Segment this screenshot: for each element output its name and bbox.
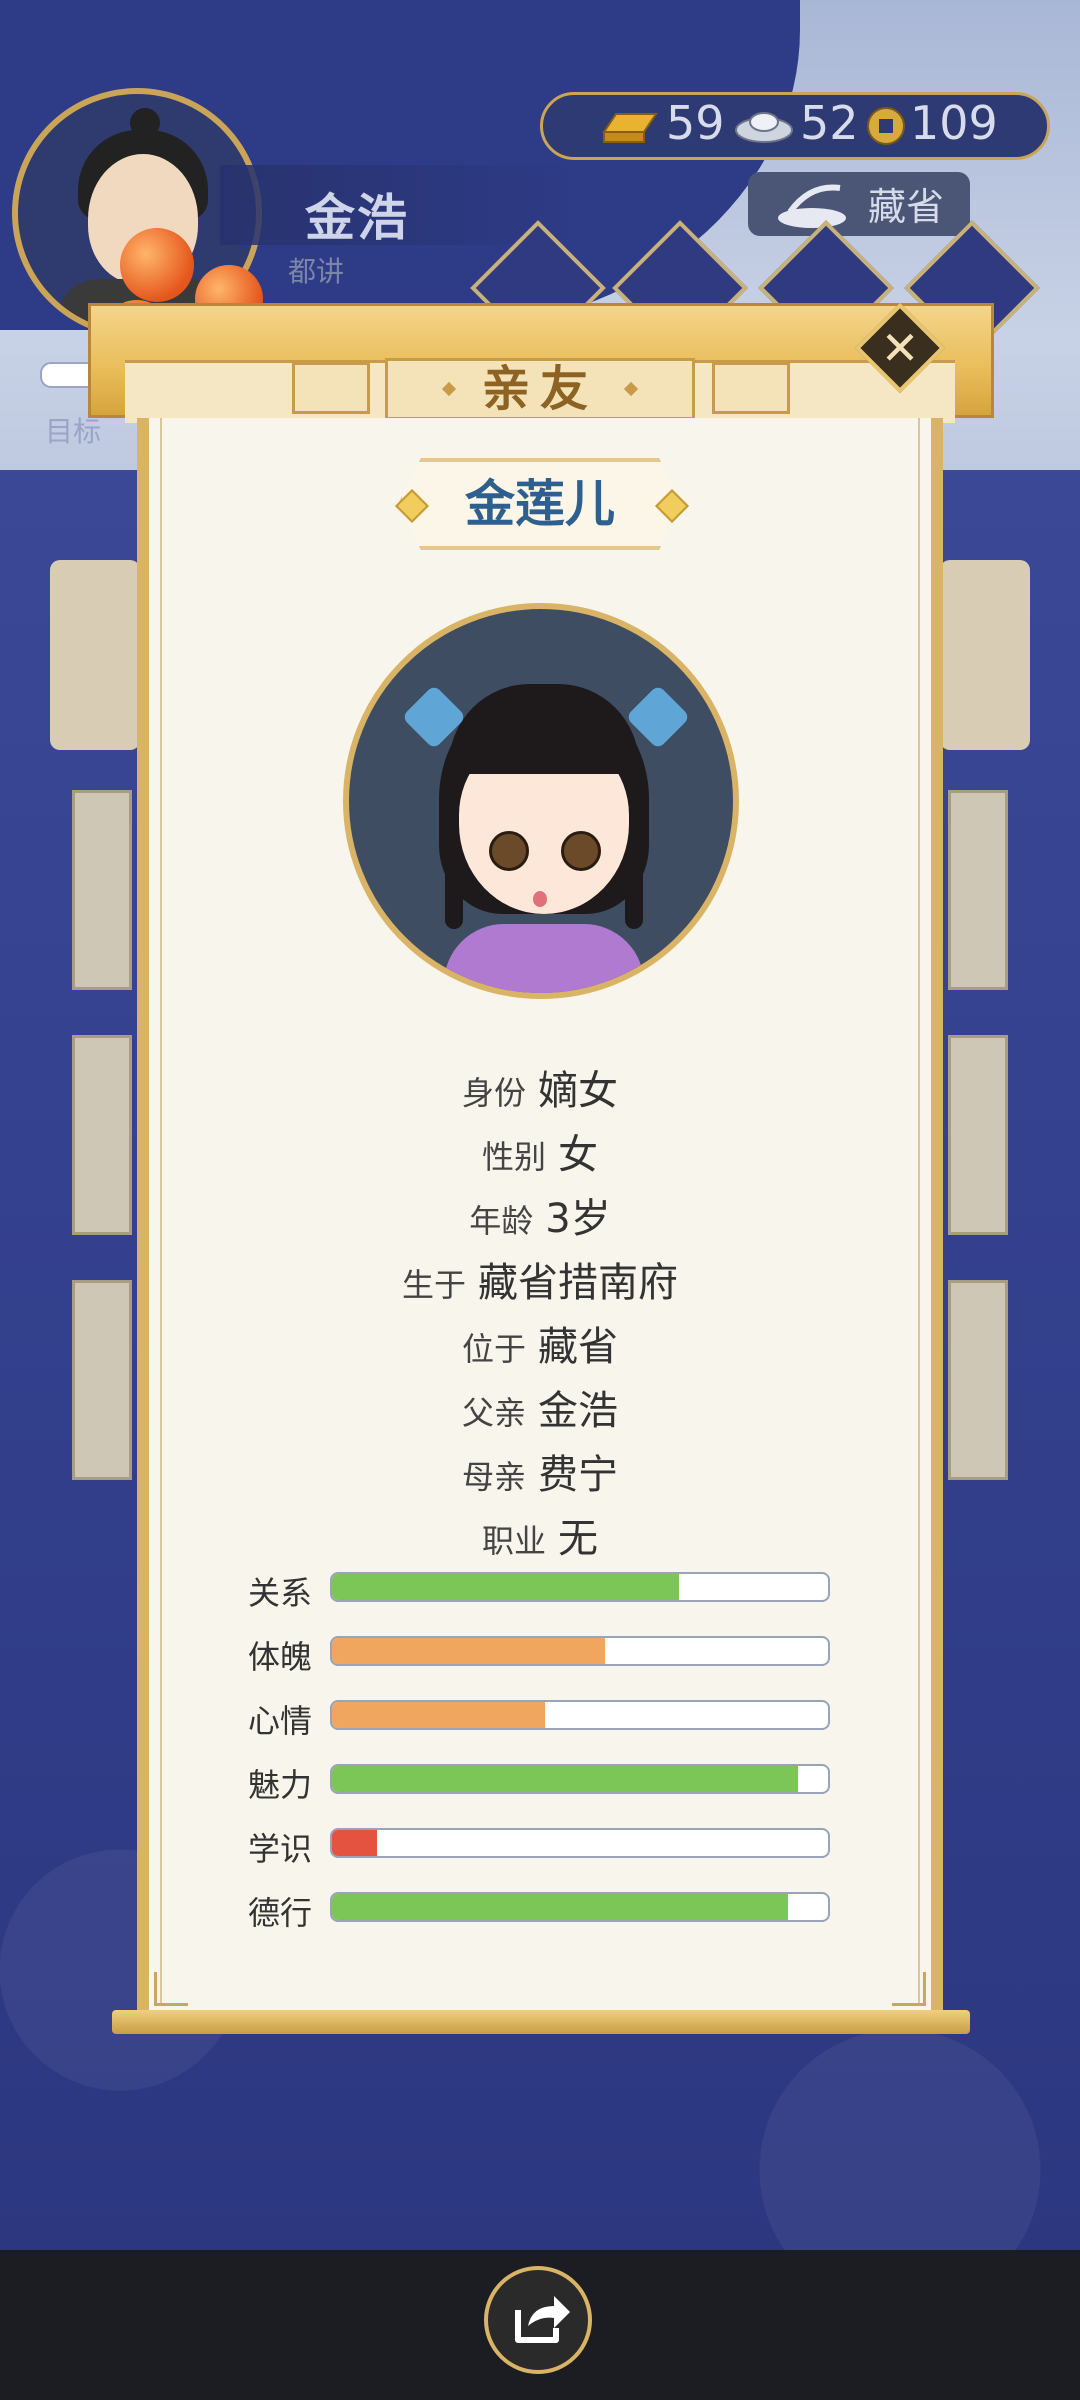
- stat-label-relationship: 关系: [248, 1574, 313, 1612]
- stat-label-knowledge: 学识: [248, 1830, 313, 1868]
- silver-count: 52: [800, 96, 859, 150]
- info-value: 藏省: [538, 1324, 618, 1370]
- stat-bar-mood: [330, 1700, 830, 1730]
- stat-bar-charm: [330, 1764, 830, 1794]
- close-icon[interactable]: ✕: [868, 316, 932, 380]
- character-name: 金莲儿: [465, 475, 615, 533]
- player-name: 金浩: [305, 189, 409, 247]
- info-label: 位于: [461, 1330, 526, 1368]
- portrait-braid: [625, 839, 643, 929]
- info-value: 无: [558, 1516, 598, 1562]
- info-row-occupation: 职业无: [160, 1506, 920, 1564]
- info-label: 职业: [481, 1522, 546, 1560]
- info-label: 身份: [461, 1074, 526, 1112]
- stat-fill: [332, 1830, 377, 1856]
- portrait-eye: [489, 831, 529, 871]
- portrait-braid: [445, 839, 463, 929]
- portrait-robe: [444, 924, 644, 993]
- stat-label-virtue: 德行: [248, 1894, 313, 1932]
- info-row-identity: 身份 嫡女: [160, 1058, 920, 1116]
- gold-count: 59: [666, 96, 725, 150]
- portrait-eye: [561, 831, 601, 871]
- coin-count: 109: [910, 96, 998, 150]
- panel-bottom-rod: [112, 2010, 970, 2034]
- info-value: 3岁: [545, 1196, 611, 1242]
- stat-fill: [332, 1894, 789, 1920]
- header-ornament-box: [712, 362, 790, 414]
- player-rank: 都讲: [288, 255, 345, 288]
- info-value: 嫡女: [538, 1068, 618, 1114]
- silver-ingot-icon: [735, 112, 793, 143]
- corner-ornament: [154, 1972, 188, 2006]
- info-label: 母亲: [461, 1458, 526, 1496]
- modal-title: 亲友: [481, 361, 598, 417]
- tangerine-icon: [120, 228, 194, 302]
- background-tile: [948, 1035, 1008, 1235]
- info-label: 性别: [481, 1138, 546, 1176]
- stat-bar-knowledge: [330, 1828, 830, 1858]
- portrait-mouth: [533, 891, 547, 907]
- stat-fill: [332, 1702, 546, 1728]
- background-tile: [72, 1035, 132, 1235]
- stat-label-physique: 体魄: [248, 1638, 313, 1676]
- background-card-right: [940, 560, 1030, 750]
- info-row-father: 父亲 金浩: [160, 1378, 920, 1436]
- stat-fill: [332, 1638, 605, 1664]
- stat-fill: [332, 1766, 799, 1792]
- background-tile: [72, 1280, 132, 1480]
- info-value: 费宁: [538, 1452, 618, 1498]
- background-tile: [72, 790, 132, 990]
- info-row-gender: 性别女: [160, 1122, 920, 1180]
- share-button[interactable]: [484, 2266, 592, 2374]
- info-label: 父亲: [461, 1394, 526, 1432]
- info-value: 藏省措南府: [478, 1260, 678, 1306]
- coin-icon: [867, 107, 905, 145]
- background-card-left: [50, 560, 140, 750]
- character-portrait: [343, 603, 739, 999]
- info-row-age: 年龄 3岁: [160, 1186, 920, 1244]
- stat-fill: [332, 1574, 680, 1600]
- background-tile: [948, 1280, 1008, 1480]
- stat-label-charm: 魅力: [248, 1766, 313, 1804]
- stat-bar-relationship: [330, 1572, 830, 1602]
- info-label: 生于: [401, 1266, 466, 1304]
- header-ornament-box: [292, 362, 370, 414]
- gold-ingot-icon: [602, 113, 658, 143]
- share-icon: [515, 2296, 570, 2343]
- portrait-bangs: [449, 684, 639, 774]
- avatar-hair-bun: [130, 108, 160, 138]
- stat-bar-virtue: [330, 1892, 830, 1922]
- corner-ornament: [892, 1972, 926, 2006]
- info-row-location: 位于 藏省: [160, 1314, 920, 1372]
- info-value: 女: [558, 1132, 598, 1178]
- info-row-birthplace: 生于 藏省措南府: [160, 1250, 920, 1308]
- ink-brush-icon: [778, 184, 846, 228]
- stat-bar-physique: [330, 1636, 830, 1666]
- info-value: 金浩: [538, 1388, 618, 1434]
- location-label: 藏省: [868, 185, 945, 229]
- background-tile: [948, 790, 1008, 990]
- info-label: 年龄: [469, 1202, 534, 1240]
- info-row-mother: 母亲 费宁: [160, 1442, 920, 1500]
- stat-label-mood: 心情: [248, 1702, 313, 1740]
